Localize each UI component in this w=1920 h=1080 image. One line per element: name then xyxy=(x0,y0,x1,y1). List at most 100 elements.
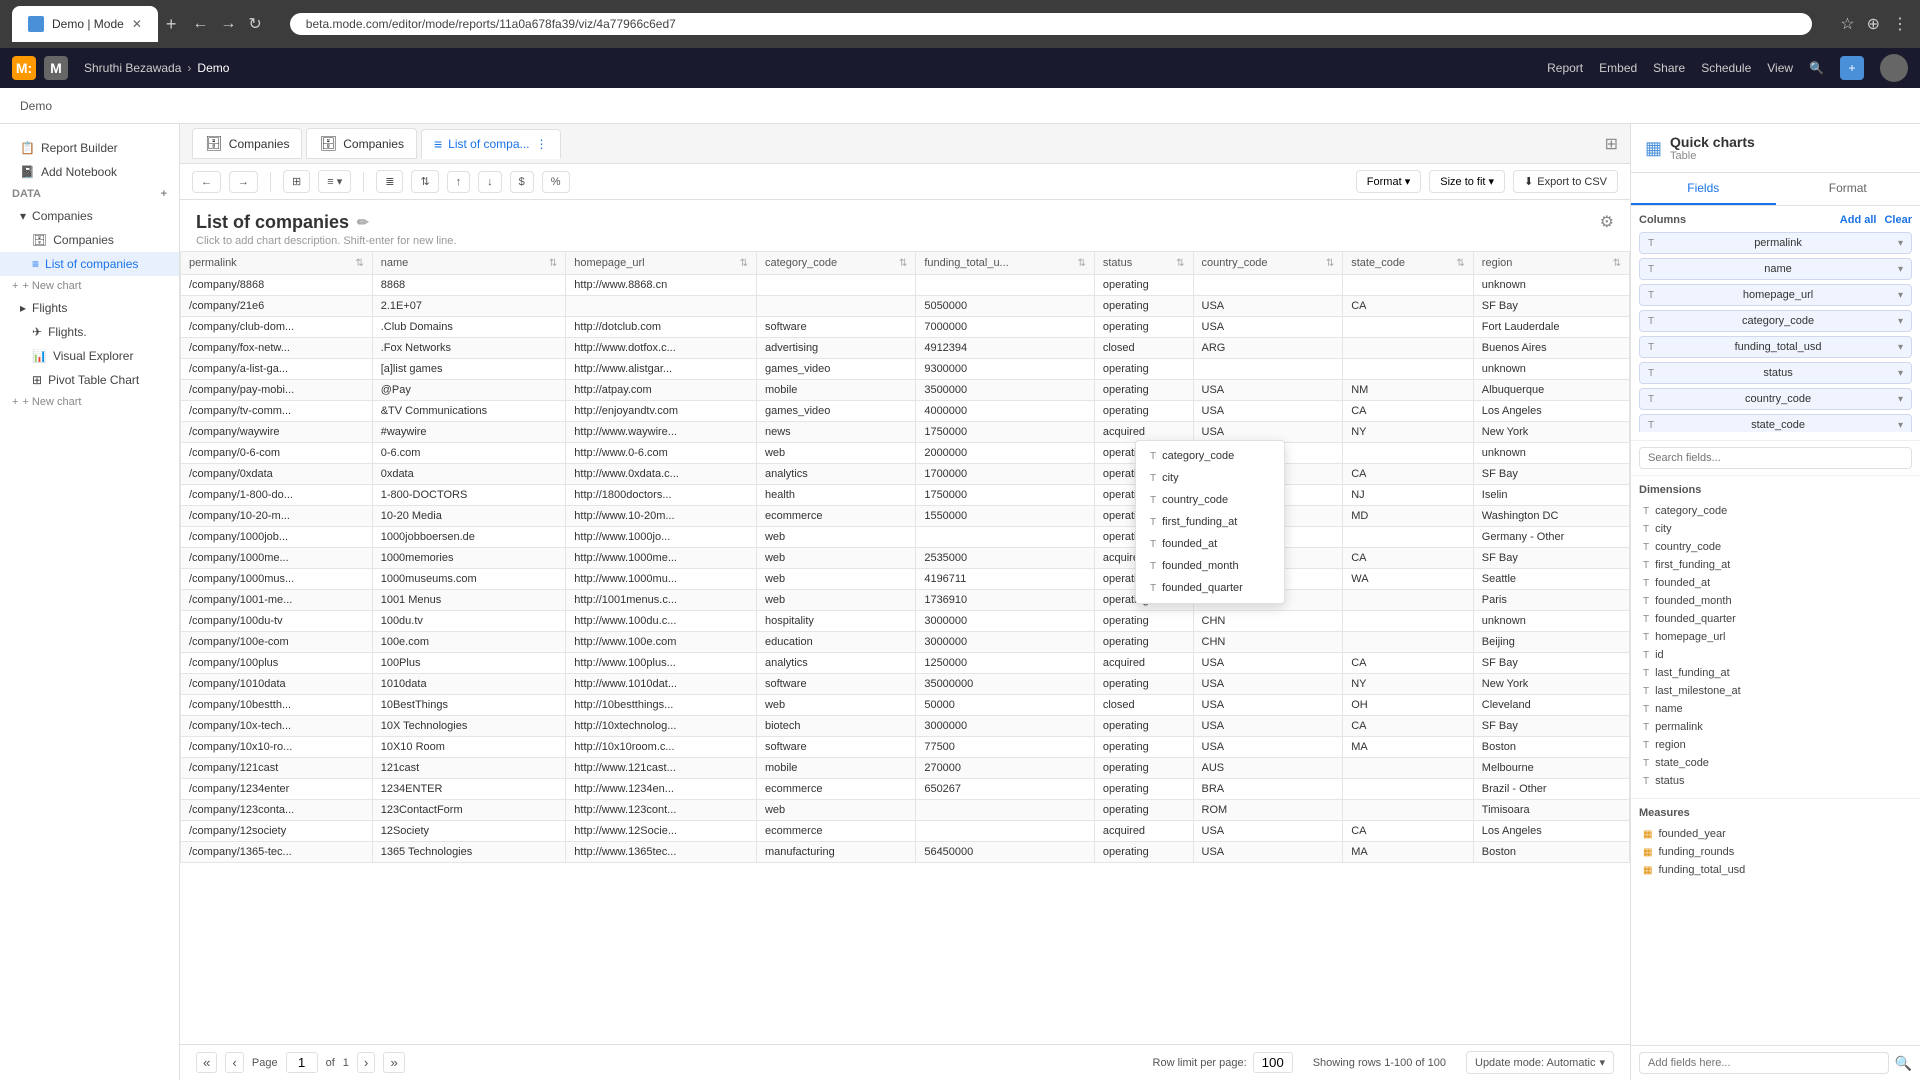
grid-btn[interactable]: ⊞ xyxy=(283,170,310,193)
nav-view[interactable]: View xyxy=(1767,61,1793,75)
forward-btn[interactable]: → xyxy=(229,171,258,193)
chip-dropdown-icon[interactable]: ▾ xyxy=(1898,420,1903,431)
chip-dropdown-icon[interactable]: ▾ xyxy=(1898,316,1903,327)
col-header-status[interactable]: status⇅ xyxy=(1094,252,1193,275)
nav-plus-btn[interactable]: + xyxy=(1840,56,1864,80)
column-chip[interactable]: Tname▾ xyxy=(1639,258,1912,280)
refresh-btn[interactable]: ↻ xyxy=(248,14,261,34)
sidebar-pivot-table[interactable]: ⊞ Pivot Table Chart xyxy=(0,368,179,392)
dimension-item[interactable]: Tid xyxy=(1639,646,1912,664)
dimension-item[interactable]: Tregion xyxy=(1639,736,1912,754)
dimension-item[interactable]: Tfounded_at xyxy=(1639,574,1912,592)
dropdown-item[interactable]: Tfounded_at xyxy=(1136,533,1284,555)
tab-format[interactable]: Format xyxy=(1776,173,1920,205)
dollar-btn[interactable]: $ xyxy=(510,171,534,193)
col-header-region[interactable]: region⇅ xyxy=(1473,252,1629,275)
arrange-btn[interactable]: ≡ ▾ xyxy=(318,170,351,193)
col-header-country-code[interactable]: country_code⇅ xyxy=(1193,252,1343,275)
sort-icon[interactable]: ⇅ xyxy=(1326,258,1334,269)
dimension-item[interactable]: Tcategory_code xyxy=(1639,502,1912,520)
col-header-category-code[interactable]: category_code⇅ xyxy=(756,252,915,275)
sidebar-flights-group[interactable]: ▸ Flights xyxy=(0,296,179,320)
nav-search-icon[interactable]: 🔍 xyxy=(1809,61,1824,75)
chart-title-edit-icon[interactable]: ✏ xyxy=(357,214,369,231)
sort-icon[interactable]: ⇅ xyxy=(1176,258,1184,269)
sort-icon[interactable]: ⇅ xyxy=(1456,258,1464,269)
tab-companies-1[interactable]: 🗄 Companies xyxy=(192,128,302,159)
sidebar-new-chart-1[interactable]: + + New chart xyxy=(0,276,179,296)
dimension-item[interactable]: Tcountry_code xyxy=(1639,538,1912,556)
sidebar-item-report-builder[interactable]: 📋 Report Builder xyxy=(0,136,179,160)
measure-item[interactable]: ▦funding_total_usd xyxy=(1639,861,1912,879)
col-header-funding-total-u---[interactable]: funding_total_u...⇅ xyxy=(916,252,1095,275)
col-header-state-code[interactable]: state_code⇅ xyxy=(1343,252,1474,275)
add-all-btn[interactable]: Add all xyxy=(1840,214,1877,226)
nav-schedule[interactable]: Schedule xyxy=(1701,61,1751,75)
update-mode-btn[interactable]: Update mode: Automatic ▾ xyxy=(1466,1051,1614,1074)
align-btn[interactable]: ≣ xyxy=(376,170,403,193)
sort-icon[interactable]: ⇅ xyxy=(355,258,363,269)
chip-dropdown-icon[interactable]: ▾ xyxy=(1898,238,1903,249)
rows-per-page-input[interactable] xyxy=(1253,1052,1293,1073)
back-btn[interactable]: ← xyxy=(192,171,221,193)
measure-item[interactable]: ▦founded_year xyxy=(1639,825,1912,843)
nav-embed[interactable]: Embed xyxy=(1599,61,1637,75)
tab-close-btn[interactable]: ✕ xyxy=(132,17,142,31)
percent-btn[interactable]: % xyxy=(542,171,570,193)
clear-btn[interactable]: Clear xyxy=(1884,214,1912,226)
dropdown-item[interactable]: Tcategory_code xyxy=(1136,445,1284,467)
sort-desc-btn[interactable]: ↓ xyxy=(478,171,502,193)
add-fields-input[interactable] xyxy=(1639,1052,1889,1074)
back-btn[interactable]: ← xyxy=(192,15,208,33)
page-number-input[interactable] xyxy=(286,1052,318,1073)
sort-icon[interactable]: ⇅ xyxy=(549,258,557,269)
sort-asc-btn[interactable]: ↑ xyxy=(447,171,471,193)
dimension-item[interactable]: Tpermalink xyxy=(1639,718,1912,736)
bookmark-icon[interactable]: ☆ xyxy=(1840,14,1854,34)
sort-icon[interactable]: ⇅ xyxy=(899,258,907,269)
last-page-btn[interactable]: » xyxy=(383,1052,404,1073)
sidebar-flights-item[interactable]: ✈ Flights. xyxy=(0,320,179,344)
filter-btn[interactable]: ⇅ xyxy=(411,170,438,193)
dimension-item[interactable]: Tlast_funding_at xyxy=(1639,664,1912,682)
column-chip[interactable]: Tpermalink▾ xyxy=(1639,232,1912,254)
column-chip[interactable]: Tcountry_code▾ xyxy=(1639,388,1912,410)
dimension-item[interactable]: Tstate_code xyxy=(1639,754,1912,772)
chip-dropdown-icon[interactable]: ▾ xyxy=(1898,368,1903,379)
sidebar-visual-explorer[interactable]: 📊 Visual Explorer xyxy=(0,344,179,368)
nav-report[interactable]: Report xyxy=(1547,61,1583,75)
column-chip[interactable]: Tstatus▾ xyxy=(1639,362,1912,384)
column-chip[interactable]: Thomepage_url▾ xyxy=(1639,284,1912,306)
new-viz-btn[interactable]: ⊞ xyxy=(1605,134,1618,154)
menu-icon[interactable]: ⋮ xyxy=(1892,14,1908,34)
dropdown-item[interactable]: Tfounded_quarter xyxy=(1136,577,1284,599)
chip-dropdown-icon[interactable]: ▾ xyxy=(1898,290,1903,301)
dimension-item[interactable]: Tfirst_funding_at xyxy=(1639,556,1912,574)
dropdown-item[interactable]: Tcity xyxy=(1136,467,1284,489)
column-chip[interactable]: Tcategory_code▾ xyxy=(1639,310,1912,332)
next-page-btn[interactable]: › xyxy=(357,1052,375,1073)
forward-btn[interactable]: → xyxy=(220,15,236,33)
column-chip[interactable]: Tstate_code▾ xyxy=(1639,414,1912,432)
first-page-btn[interactable]: « xyxy=(196,1052,217,1073)
export-csv-btn[interactable]: ⬇ Export to CSV xyxy=(1513,170,1618,193)
column-chip[interactable]: Tfunding_total_usd▾ xyxy=(1639,336,1912,358)
data-add-icon[interactable]: + xyxy=(161,188,167,200)
tab-companies-2[interactable]: 🗄 Companies xyxy=(306,128,416,159)
format-btn[interactable]: Format ▾ xyxy=(1356,170,1421,193)
new-tab-btn[interactable]: + xyxy=(166,14,177,35)
dimension-item[interactable]: Tstatus xyxy=(1639,772,1912,790)
chip-dropdown-icon[interactable]: ▾ xyxy=(1898,342,1903,353)
chart-subtitle[interactable]: Click to add chart description. Shift-en… xyxy=(196,235,456,247)
measure-item[interactable]: ▦funding_rounds xyxy=(1639,843,1912,861)
tab-list[interactable]: ≡ List of compa... ⋮ xyxy=(421,129,561,159)
dimension-item[interactable]: Thomepage_url xyxy=(1639,628,1912,646)
dimension-item[interactable]: Tfounded_month xyxy=(1639,592,1912,610)
col-header-permalink[interactable]: permalink⇅ xyxy=(181,252,373,275)
sort-icon[interactable]: ⇅ xyxy=(1077,258,1085,269)
sidebar-companies-group[interactable]: ▾ Companies xyxy=(0,204,179,228)
dimension-item[interactable]: Tname xyxy=(1639,700,1912,718)
dimension-item[interactable]: Tfounded_quarter xyxy=(1639,610,1912,628)
add-fields-search-icon[interactable]: 🔍 xyxy=(1895,1055,1912,1072)
nav-avatar[interactable] xyxy=(1880,54,1908,82)
